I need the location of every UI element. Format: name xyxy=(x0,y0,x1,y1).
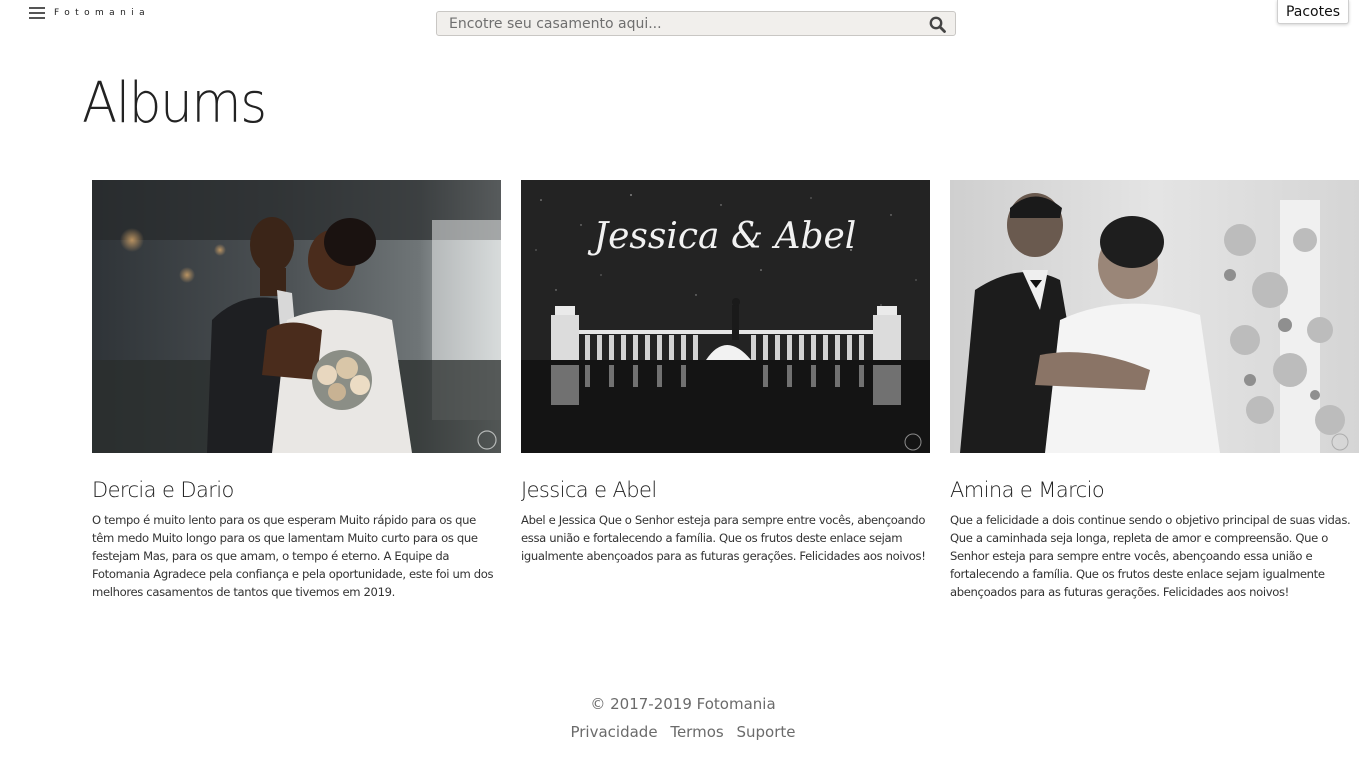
album-title[interactable]: Amina e Marcio xyxy=(950,476,1359,504)
album-photo-jessica-abel[interactable]: Jessica & Abel xyxy=(521,180,930,453)
album-photo[interactable]: Jessica & Abel xyxy=(521,180,930,453)
album-photo-amina-marcio[interactable] xyxy=(950,180,1359,453)
album-photo[interactable] xyxy=(950,180,1359,453)
album-title[interactable]: Jessica e Abel xyxy=(521,476,930,504)
album-description: Abel e Jessica Que o Senhor esteja para … xyxy=(521,513,926,563)
album-description: Que a felicidade a dois continue sendo o… xyxy=(950,513,1351,599)
terms-link[interactable]: Termos xyxy=(670,723,723,741)
album-photo[interactable] xyxy=(92,180,501,453)
search-bar xyxy=(436,11,956,36)
footer-links: Privacidade Termos Suporte xyxy=(0,721,1366,743)
album-photo-dercia-dario[interactable] xyxy=(92,180,501,453)
footer: © 2017-2019 Fotomania Privacidade Termos… xyxy=(0,693,1366,743)
search-icon[interactable] xyxy=(929,16,946,33)
copyright-text: © 2017-2019 Fotomania xyxy=(590,695,776,713)
support-link[interactable]: Suporte xyxy=(736,723,795,741)
privacy-link[interactable]: Privacidade xyxy=(570,723,657,741)
album-card: Jessica & Abel Jessica e Abel Abel e Jes… xyxy=(521,180,930,565)
packages-button[interactable]: Pacotes xyxy=(1277,0,1349,24)
brand-logo[interactable]: Fotomania xyxy=(54,6,150,20)
album-description: O tempo é muito lento para os que espera… xyxy=(92,513,494,599)
search-input[interactable] xyxy=(437,12,917,35)
album-photo-script-text: Jessica & Abel xyxy=(587,216,857,257)
album-title[interactable]: Dercia e Dario xyxy=(92,476,501,504)
page-title: Albums xyxy=(82,71,267,136)
hamburger-menu-icon[interactable] xyxy=(29,6,45,20)
album-card: Dercia e Dario O tempo é muito lento par… xyxy=(92,180,501,601)
album-card: Amina e Marcio Que a felicidade a dois c… xyxy=(950,180,1359,601)
